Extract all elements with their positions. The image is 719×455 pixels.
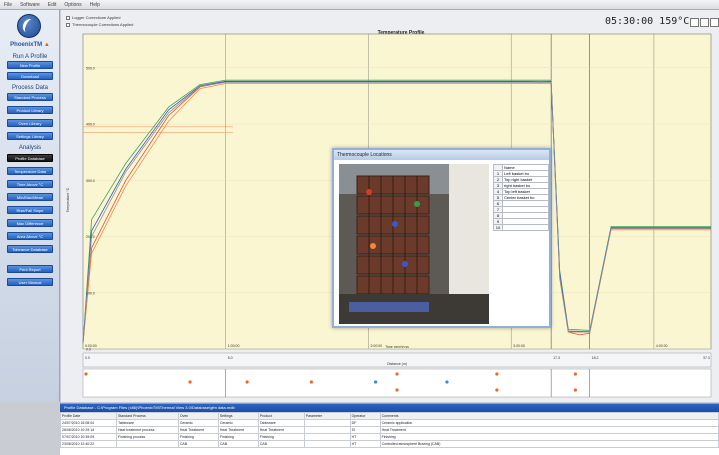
distance-tick-label: 5.0	[228, 356, 233, 360]
y-axis-label: Temperature °C	[66, 187, 70, 212]
table-header-row: Profile Date Standard Process Oven Setti…	[60, 412, 719, 420]
sidebar-item-oven-library[interactable]: Oven Library	[7, 119, 53, 127]
column-header[interactable]: Oven	[177, 412, 219, 420]
column-header[interactable]: Comments	[379, 412, 719, 420]
basket-photo	[339, 164, 489, 324]
sidebar-item-new-profile[interactable]: New Profile	[7, 61, 53, 69]
x-axis-label: Time mm:hh:ss	[385, 345, 409, 349]
table-row[interactable]: 23/06/2010 12:40:22 CAB CAB CAB HT Controlled…	[60, 440, 719, 448]
x-tick-label: 1:00:00	[228, 344, 240, 348]
sidebar-item-min-max-mean[interactable]: Min/Max/Mean	[7, 193, 53, 201]
section-run-profile: Run A Profile	[12, 54, 48, 60]
event-marker	[373, 380, 378, 384]
x-tick-label: 2:00:00	[370, 344, 382, 348]
sidebar-item-profile-database[interactable]: Profile Database	[7, 154, 53, 162]
profile-database-table: Profile Date Standard Process Oven Setti…	[60, 412, 719, 448]
event-marker	[495, 372, 499, 376]
distance-tick-label: 17.3	[553, 356, 560, 360]
distance-tick-label: 0.0	[85, 356, 90, 360]
sidebar-item-temperature-data[interactable]: Temperature Data	[7, 167, 53, 175]
sidebar-item-time-above[interactable]: Time Above °C	[7, 180, 53, 188]
menu-software[interactable]: Software	[20, 2, 40, 8]
y-tick-label: 500.0	[86, 66, 95, 70]
sidebar-item-download[interactable]: Download	[7, 72, 53, 80]
sidebar-item-product-library[interactable]: Product Library	[7, 106, 53, 114]
column-header[interactable]: Product	[257, 412, 305, 420]
column-header[interactable]: Parameter	[303, 412, 351, 420]
phoenix-logo-icon	[17, 14, 41, 38]
table-row[interactable]: 26/06/2010 10:29:14 Heat treatment proces…	[60, 426, 719, 434]
event-marker	[573, 388, 578, 392]
menu-help[interactable]: Help	[90, 2, 100, 8]
y-tick-label: 200.0	[86, 235, 95, 239]
event-marker	[188, 380, 192, 384]
column-header[interactable]: Standard Process	[115, 412, 179, 420]
y-tick-label: 300.0	[86, 179, 95, 183]
x-tick-label: 3:00:00	[513, 344, 525, 348]
table-row[interactable]: 24/07/2010 15:08:04 Tableware Ceramic Ceram…	[60, 419, 719, 427]
y-tick-label: 0.0	[86, 348, 91, 352]
menu-options[interactable]: Options	[64, 2, 81, 8]
brand-name: PhoenixTM ▲	[10, 42, 50, 48]
column-header[interactable]: Operator	[349, 412, 381, 420]
profile-database-panel: Profile Database - C:\Program Files (x86…	[60, 403, 719, 455]
x-tick-label: 4:00:00	[656, 344, 668, 348]
event-marker	[495, 388, 499, 392]
column-header[interactable]: Settings	[217, 412, 259, 420]
event-marker	[309, 380, 313, 384]
column-header[interactable]: Profile Date	[60, 412, 117, 420]
print-report-button[interactable]: Print Report	[7, 265, 53, 273]
y-tick-label: 100.0	[86, 291, 95, 295]
distance-tick-label: 37.3	[703, 356, 710, 360]
app-window: File Software Edit Options Help PhoenixT…	[0, 0, 719, 455]
menu-edit[interactable]: Edit	[48, 2, 57, 8]
event-marker	[395, 388, 399, 392]
section-analysis: Analysis	[18, 145, 42, 151]
sidebar-item-max-difference[interactable]: Max Difference	[7, 219, 53, 227]
sidebar: PhoenixTM ▲ Run A Profile New Profile Do…	[0, 10, 60, 402]
event-marker	[395, 372, 399, 376]
table-row[interactable]: 10	[493, 224, 549, 231]
event-marker	[84, 372, 88, 376]
y-tick-label: 400.0	[86, 123, 95, 127]
dialog-title: Thermocouple Locations	[334, 150, 549, 160]
sidebar-item-rise-fall-slope[interactable]: Rise/Fall Slope	[7, 206, 53, 214]
menu-file[interactable]: File	[4, 2, 12, 8]
thermocouple-table: Name 1 Left basket bo 2 Top right basket 3…	[493, 164, 549, 231]
thermocouple-locations-dialog: Thermocouple Locations Name 1 Left baske…	[332, 148, 551, 328]
x-tick-label: 0:00:00	[85, 344, 97, 348]
distance-tick-label: 18.2	[592, 356, 599, 360]
user-manual-button[interactable]: User Manual	[7, 278, 53, 286]
event-marker	[445, 380, 449, 384]
sidebar-item-standard-process[interactable]: Standard Process	[7, 93, 53, 101]
sidebar-item-tolerance-database[interactable]: Tolerance Database	[7, 245, 53, 253]
event-marker	[573, 372, 578, 376]
sidebar-item-area-above[interactable]: Area Above °C	[7, 232, 53, 240]
distance-axis-label: Distance (m)	[387, 362, 407, 366]
table-row[interactable]: 07/07/2010 10:39:09 Finishing process Fini…	[60, 433, 719, 441]
menu-bar: File Software Edit Options Help	[0, 0, 719, 10]
sidebar-item-settings-library[interactable]: Settings Library	[7, 132, 53, 140]
database-title: Profile Database - C:\Program Files (x86…	[60, 404, 719, 412]
section-process-data: Process Data	[11, 85, 48, 91]
event-marker	[245, 380, 249, 384]
